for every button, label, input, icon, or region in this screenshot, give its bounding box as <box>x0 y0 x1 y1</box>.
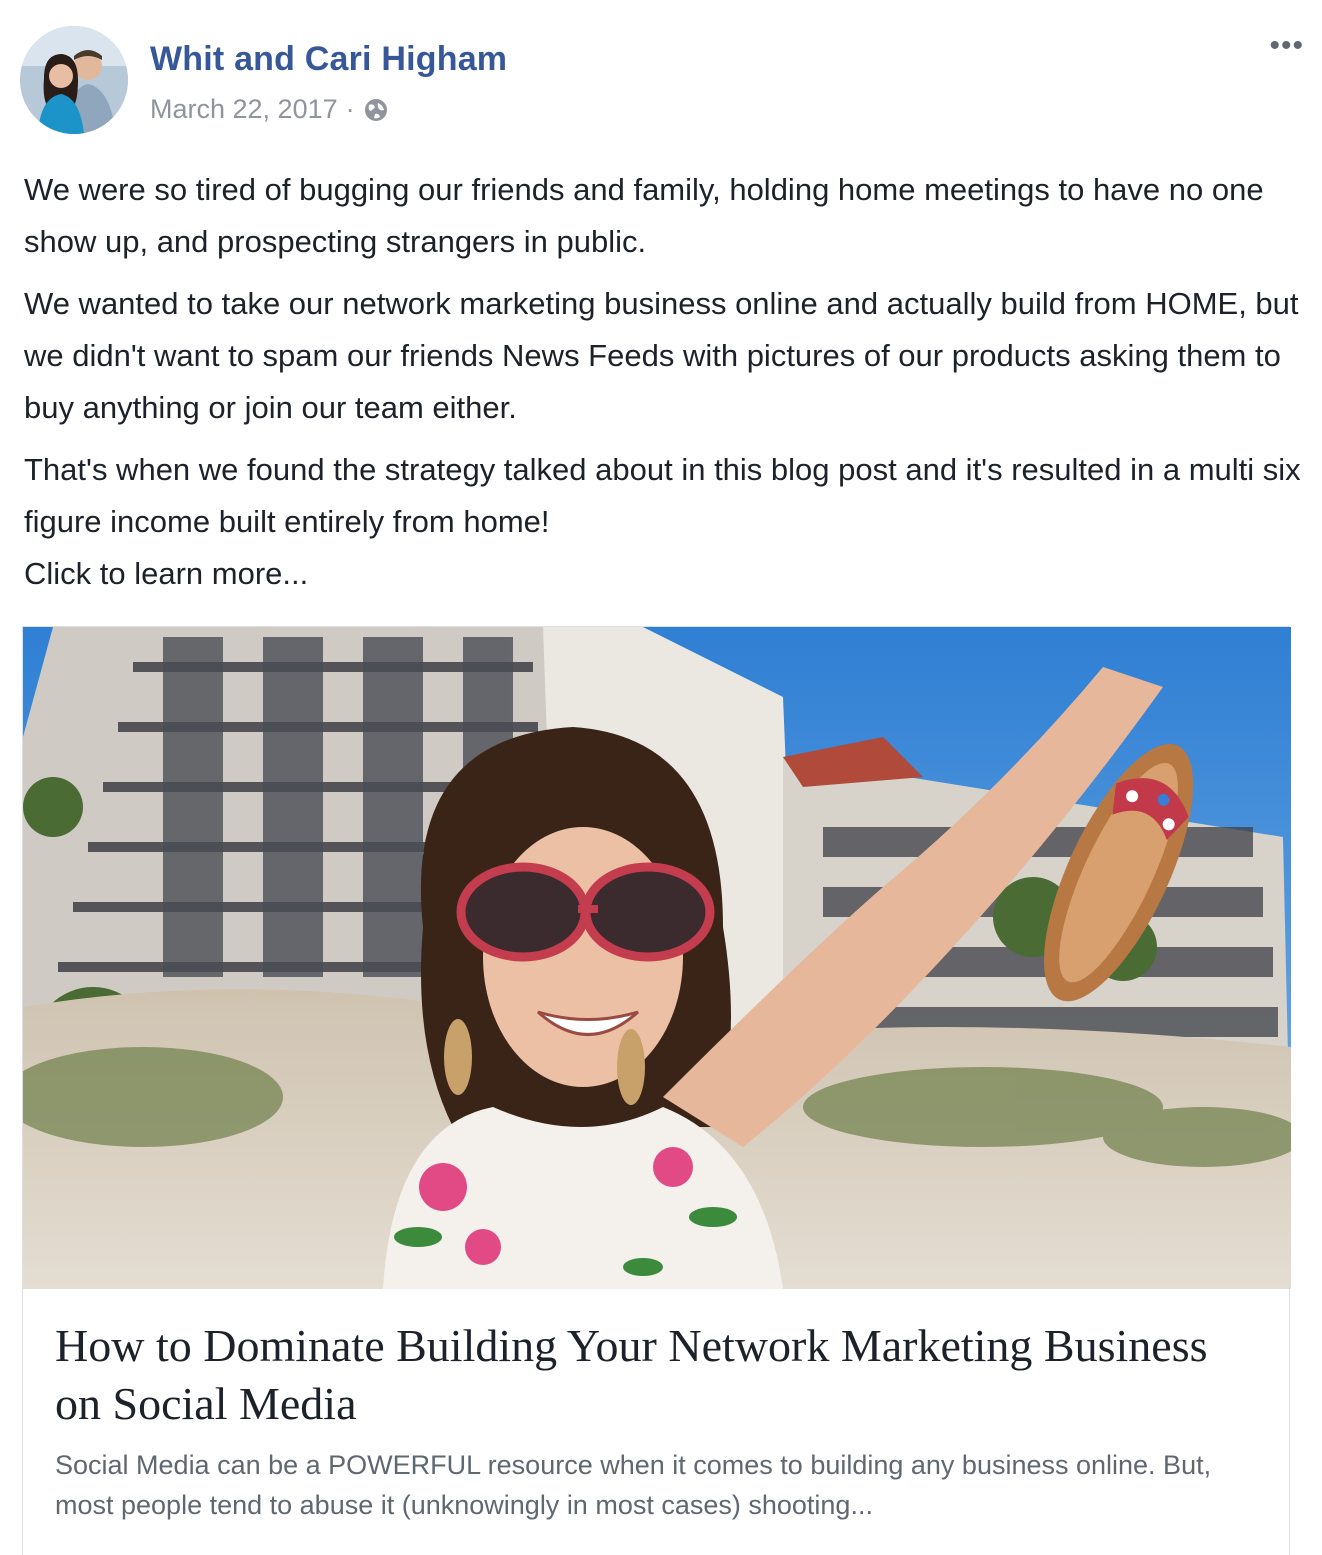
meta-separator: · <box>345 94 355 124</box>
link-preview-image[interactable] <box>23 627 1291 1289</box>
avatar[interactable] <box>20 26 128 134</box>
more-options-icon[interactable]: ••• <box>1269 31 1304 61</box>
post-paragraph: We were so tired of bugging our friends … <box>24 172 1264 259</box>
globe-icon <box>363 97 389 123</box>
post-meta: March 22, 2017 · <box>150 94 389 125</box>
link-title[interactable]: How to Dominate Building Your Network Ma… <box>55 1317 1259 1433</box>
post-header: Whit and Cari Higham March 22, 2017 · ••… <box>20 26 1310 138</box>
post-paragraph: We wanted to take our network marketing … <box>24 286 1299 425</box>
post-paragraph: That's when we found the strategy talked… <box>24 452 1301 539</box>
link-description: Social Media can be a POWERFUL resource … <box>55 1450 1212 1520</box>
post-date[interactable]: March 22, 2017 <box>150 94 338 125</box>
see-more-text[interactable]: Click to learn more... <box>24 548 1304 600</box>
post-body: We were so tired of bugging our friends … <box>24 164 1304 610</box>
author-name[interactable]: Whit and Cari Higham <box>150 40 507 79</box>
link-preview-card[interactable]: How to Dominate Building Your Network Ma… <box>22 626 1291 1555</box>
link-preview-body[interactable]: How to Dominate Building Your Network Ma… <box>23 1289 1291 1555</box>
